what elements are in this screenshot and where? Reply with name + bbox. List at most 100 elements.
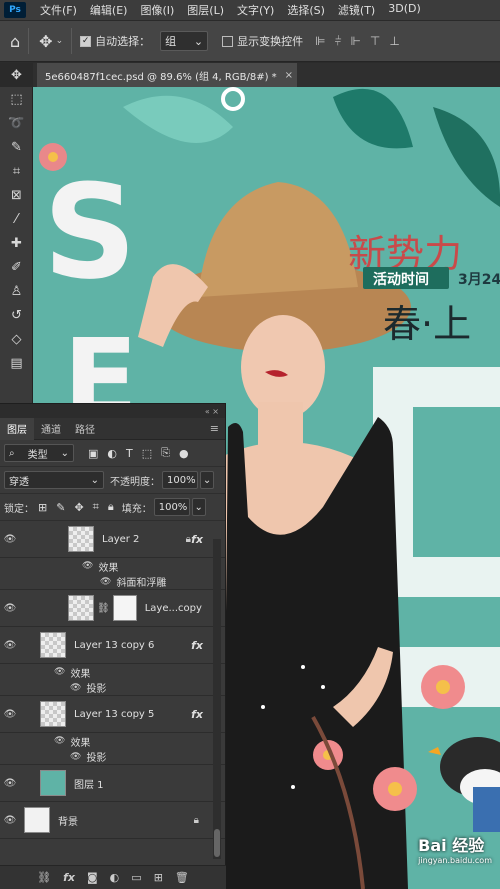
fill-field[interactable]: 100%	[153, 498, 190, 516]
effect-row[interactable]: 👁︎ 斜面和浮雕	[0, 574, 225, 590]
visibility-eye-icon[interactable]: 👁︎	[0, 534, 20, 545]
effects-row[interactable]: 👁︎ 效果	[0, 558, 225, 574]
menu-type[interactable]: 文字(Y)	[237, 2, 274, 18]
opacity-field[interactable]: 100%	[162, 471, 198, 489]
menu-file[interactable]: 文件(F)	[40, 2, 77, 18]
auto-select-dropdown[interactable]: 组 ⌄	[160, 31, 209, 51]
healing-tool-icon[interactable]: ✚	[0, 231, 33, 255]
menu-image[interactable]: 图像(I)	[140, 2, 174, 18]
chevron-down-icon[interactable]: ⌄	[56, 36, 64, 46]
layer-row[interactable]: 👁︎ Layer 2 🔒︎ fx	[0, 521, 225, 558]
menu-3d[interactable]: 3D(D)	[388, 2, 421, 18]
lock-pixels-icon[interactable]: ✎	[56, 501, 65, 514]
lock-transparent-icon[interactable]: ⊞	[38, 501, 47, 514]
effects-row[interactable]: 👁︎ 效果	[0, 664, 225, 680]
history-brush-icon[interactable]: ↺	[0, 303, 33, 327]
tab-channels[interactable]: 通道	[34, 418, 68, 440]
visibility-eye-icon[interactable]: 👁︎	[70, 683, 81, 693]
auto-select-label: 自动选择：	[95, 35, 151, 48]
blend-mode-dropdown[interactable]: 穿透 ⌄	[4, 471, 104, 489]
visibility-eye-icon[interactable]: 👁︎	[82, 561, 93, 571]
new-group-icon[interactable]: ▭	[131, 871, 141, 884]
menu-edit[interactable]: 编辑(E)	[90, 2, 128, 18]
adjustment-filter-icon[interactable]: ◐	[107, 447, 117, 460]
gradient-tool-icon[interactable]: ▤	[0, 351, 33, 375]
trash-icon[interactable]: 🗑︎	[175, 871, 189, 884]
align-center-icon[interactable]: ⫩	[335, 34, 342, 49]
frame-tool-icon[interactable]: ⊠	[0, 183, 33, 207]
fx-icon[interactable]: fx	[63, 871, 75, 884]
lock-all-icon[interactable]: 🔒︎	[108, 500, 114, 514]
adjustment-layer-icon[interactable]: ◐	[110, 871, 120, 884]
effects-label: 效果	[98, 562, 119, 574]
visibility-eye-icon[interactable]: 👁︎	[100, 577, 111, 587]
visibility-eye-icon[interactable]: 👁︎	[0, 603, 20, 614]
layer-row[interactable]: 👁︎ Layer 13 copy 6 fx	[0, 627, 225, 664]
new-layer-icon[interactable]: ⊞	[154, 871, 163, 884]
smart-object-filter-icon[interactable]: ⎘	[161, 446, 170, 460]
layer-row[interactable]: 👁︎ 背景 🔒︎	[0, 802, 225, 839]
effects-label: 效果	[70, 737, 91, 749]
effect-row[interactable]: 👁︎ 投影	[0, 749, 225, 765]
align-left-icon[interactable]: ⊫	[315, 34, 325, 49]
chevron-down-icon[interactable]: ⌄	[200, 471, 214, 489]
visibility-eye-icon[interactable]: 👁︎	[0, 815, 20, 826]
stamp-tool-icon[interactable]: ♙	[0, 279, 33, 303]
effects-row[interactable]: 👁︎ 效果	[0, 733, 225, 749]
close-icon[interactable]: ×	[285, 70, 293, 81]
panel-collapse-bar[interactable]: « ×	[0, 404, 225, 418]
layer-mask-thumbnail[interactable]	[112, 595, 137, 621]
type-filter-icon[interactable]: T	[126, 447, 133, 460]
menu-items: 文件(F) 编辑(E) 图像(I) 图层(L) 文字(Y) 选择(S) 滤镜(T…	[40, 2, 434, 18]
lasso-tool-icon[interactable]: ➰	[0, 111, 33, 135]
align-right-icon[interactable]: ⊩	[350, 34, 360, 49]
layer-row[interactable]: 👁︎ ⛓︎ Laye...copy	[0, 590, 225, 627]
fx-icon[interactable]: fx	[191, 533, 203, 546]
home-icon[interactable]: ⌂	[10, 32, 20, 51]
scrollbar-thumb[interactable]	[214, 829, 220, 857]
shape-filter-icon[interactable]: ⬚	[142, 447, 152, 460]
menu-select[interactable]: 选择(S)	[287, 2, 325, 18]
lock-position-icon[interactable]: ✥	[74, 501, 83, 514]
filter-kind-dropdown[interactable]: ⌕ 类型 ⌄	[4, 444, 74, 462]
auto-select-checkbox[interactable]: ✓	[80, 35, 92, 47]
show-transform-checkbox[interactable]	[222, 35, 234, 47]
layers-scrollbar[interactable]	[213, 539, 221, 859]
eyedropper-tool-icon[interactable]: ⁄	[0, 207, 33, 231]
link-layers-icon[interactable]: ⛓︎	[37, 871, 51, 884]
visibility-eye-icon[interactable]: 👁︎	[0, 709, 20, 720]
visibility-eye-icon[interactable]: 👁︎	[54, 667, 65, 677]
visibility-eye-icon[interactable]: 👁︎	[0, 778, 20, 789]
layer-name: Layer 13 copy 5	[74, 708, 155, 720]
add-mask-icon[interactable]: ◙	[87, 871, 98, 884]
quick-select-tool-icon[interactable]: ✎	[0, 135, 33, 159]
filter-toggle-icon[interactable]: ●	[179, 447, 189, 460]
brush-tool-icon[interactable]: ✐	[0, 255, 33, 279]
lock-artboard-icon[interactable]: ⌗	[93, 500, 99, 514]
marquee-tool-icon[interactable]: ⬚	[0, 87, 33, 111]
chain-link-icon[interactable]: ⛓︎	[97, 603, 110, 614]
visibility-eye-icon[interactable]: 👁︎	[0, 640, 20, 651]
panel-tabs: 图层 通道 路径 ≡	[0, 417, 225, 440]
menu-filter[interactable]: 滤镜(T)	[338, 2, 375, 18]
eraser-tool-icon[interactable]: ◇	[0, 327, 33, 351]
align-middle-icon[interactable]: ⊥	[389, 34, 399, 49]
visibility-eye-icon[interactable]: 👁︎	[54, 736, 65, 746]
menu-layer[interactable]: 图层(L)	[187, 2, 224, 18]
tab-layers[interactable]: 图层	[0, 417, 34, 440]
align-top-icon[interactable]: ⊤	[370, 34, 380, 49]
fx-icon[interactable]: fx	[191, 708, 203, 721]
effect-row[interactable]: 👁︎ 投影	[0, 680, 225, 696]
layer-row[interactable]: 👁︎ Layer 13 copy 5 fx	[0, 696, 225, 733]
move-tool-icon[interactable]: ✥	[0, 63, 33, 87]
document-tab[interactable]: 5e660487f1cec.psd @ 89.6% (组 4, RGB/8#) …	[37, 63, 297, 87]
visibility-eye-icon[interactable]: 👁︎	[70, 752, 81, 762]
layer-row[interactable]: 👁︎ 图层 1	[0, 765, 225, 802]
pixel-filter-icon[interactable]: ▣	[88, 447, 98, 460]
move-tool-icon[interactable]: ✥	[39, 32, 52, 51]
fx-icon[interactable]: fx	[191, 639, 203, 652]
chevron-down-icon[interactable]: ⌄	[191, 498, 206, 516]
panel-menu-icon[interactable]: ≡	[210, 422, 219, 435]
tab-paths[interactable]: 路径	[68, 418, 102, 440]
crop-tool-icon[interactable]: ⌗	[0, 159, 33, 183]
